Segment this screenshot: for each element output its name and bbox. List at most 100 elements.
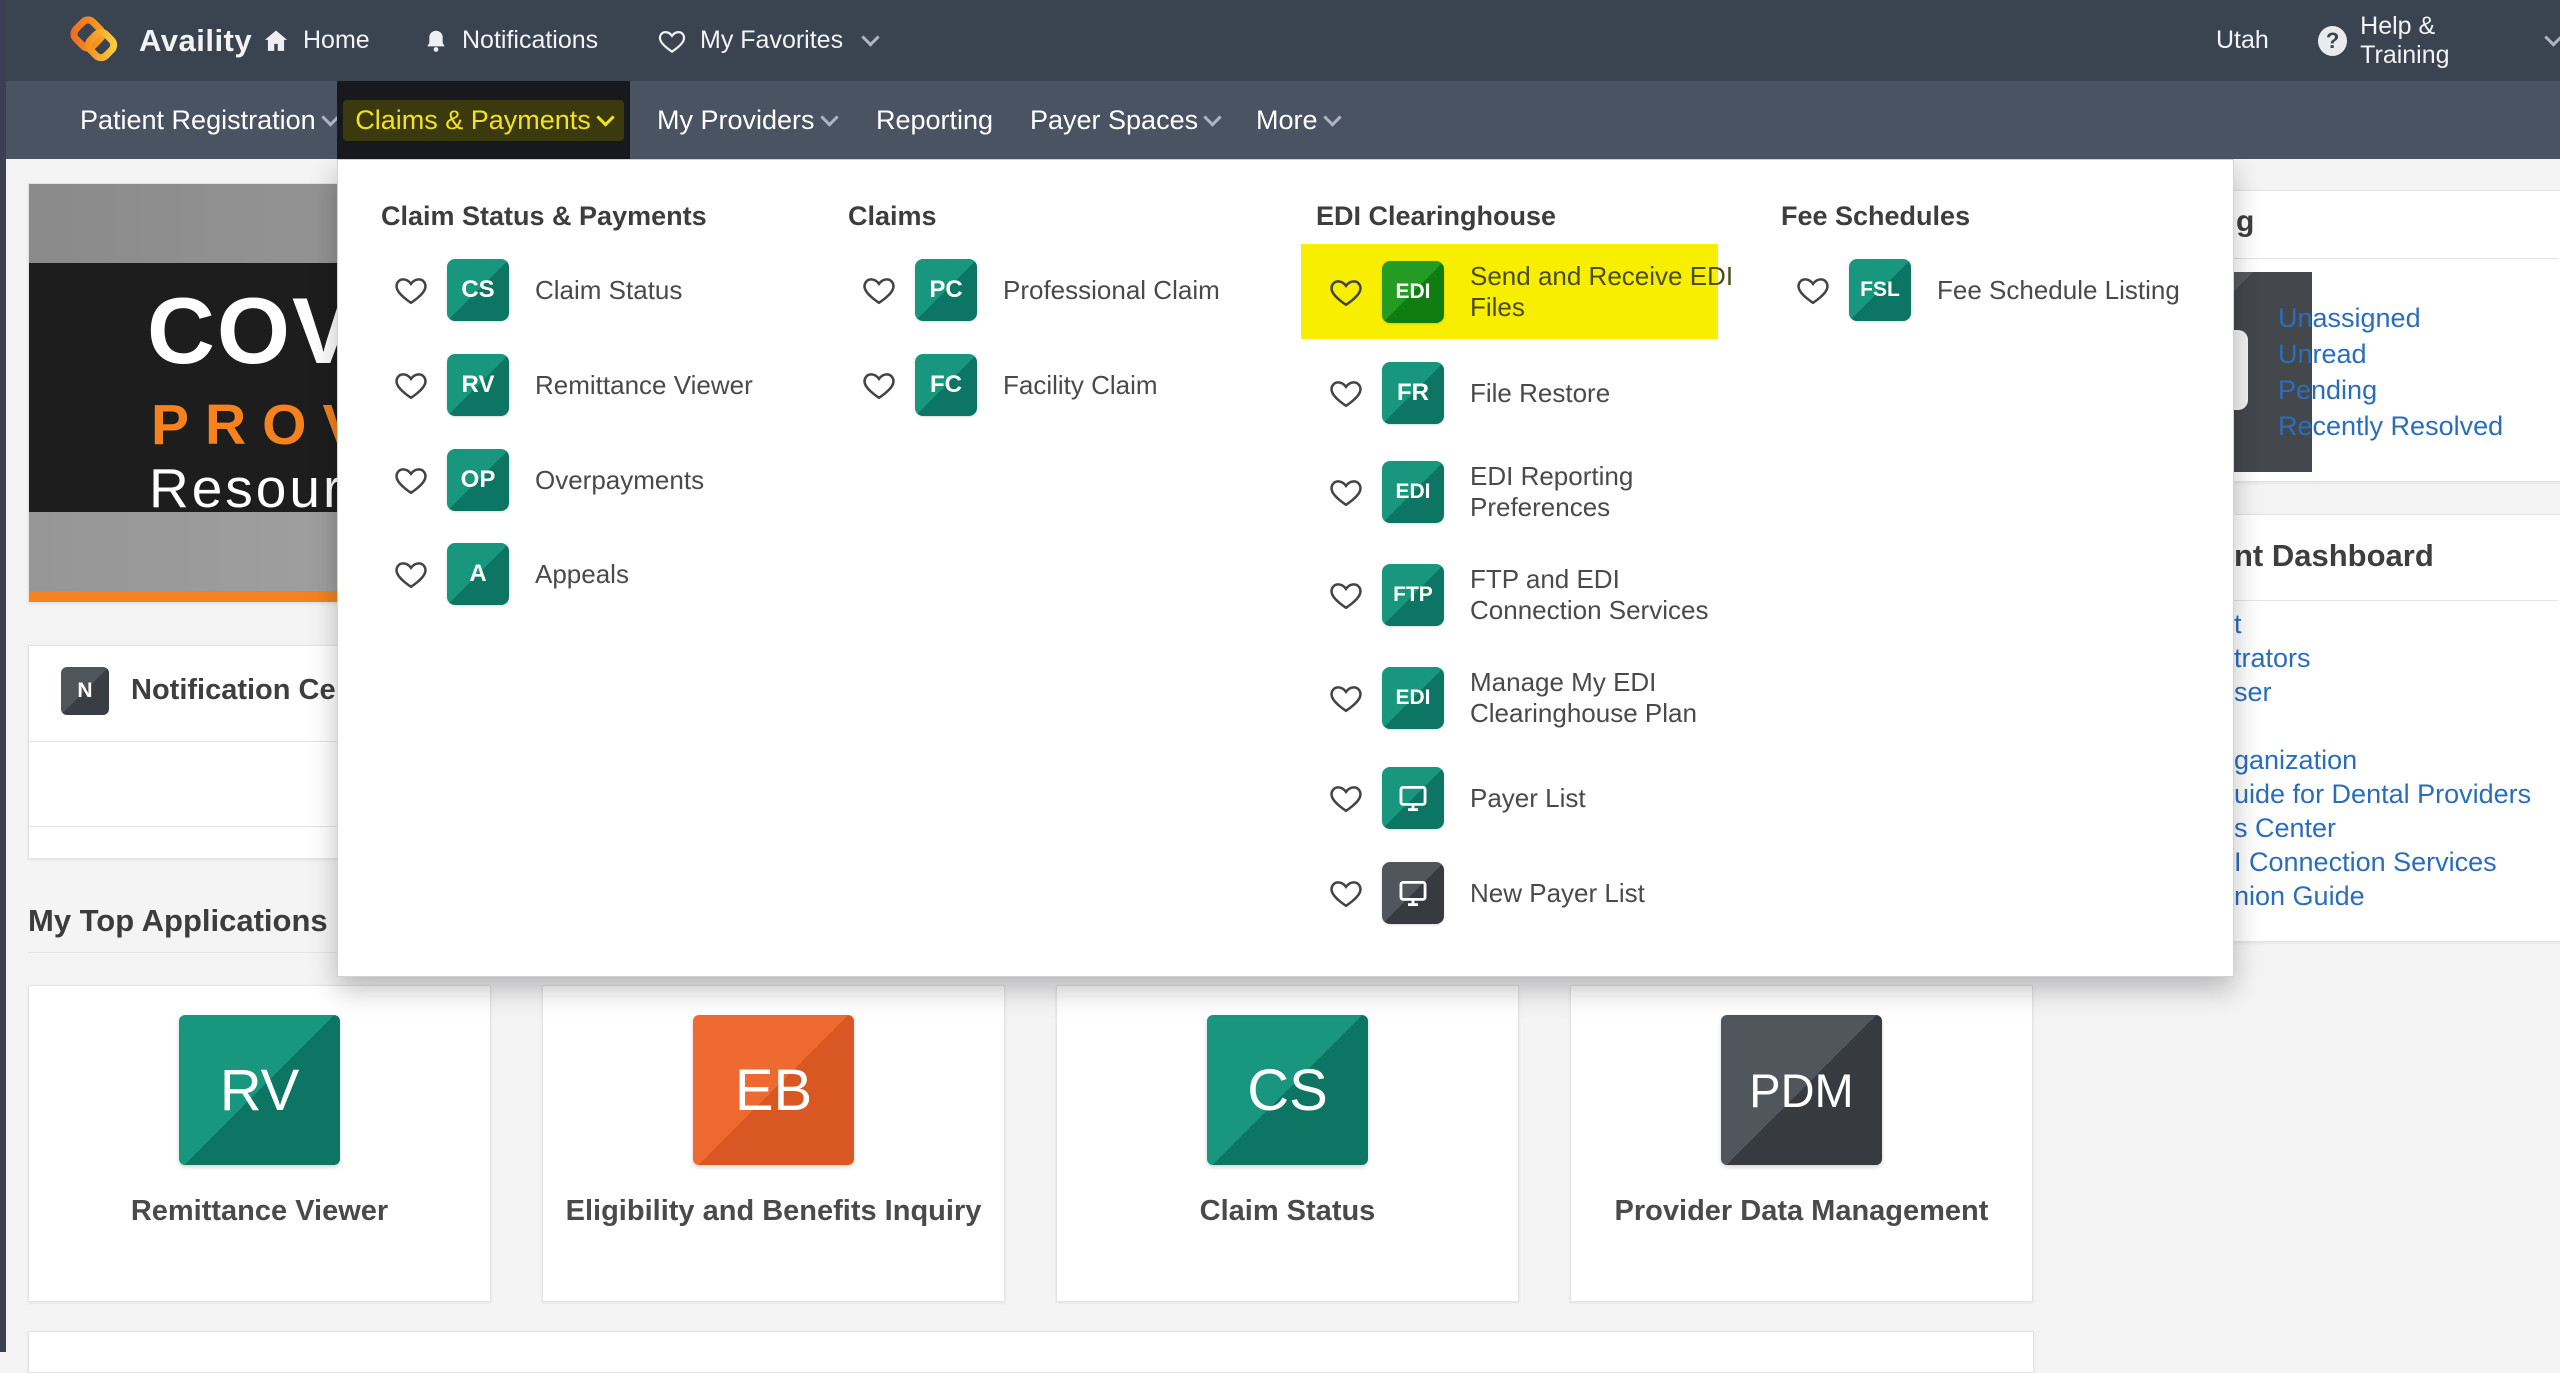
menu-item-overpayments[interactable]: OP Overpayments — [393, 449, 704, 511]
menu-item-label: Manage My EDI Clearinghouse Plan — [1470, 667, 1750, 729]
monitor-icon — [1382, 862, 1444, 924]
menu-item-file-restore[interactable]: FR File Restore — [1328, 362, 1610, 424]
menu-item-ftp-edi-connection-services[interactable]: FTP FTP and EDI Connection Services — [1328, 564, 1750, 626]
notification-center-title[interactable]: Notification Cent — [131, 674, 363, 707]
menu-item-manage-my-edi-clearinghouse-plan[interactable]: EDI Manage My EDI Clearinghouse Plan — [1328, 667, 1750, 729]
dashboard-link-fragment[interactable]: uide for Dental Providers — [2234, 777, 2531, 811]
nav-home[interactable]: Home — [262, 0, 370, 81]
menu-item-payer-list[interactable]: Payer List — [1328, 767, 1586, 829]
menu-item-professional-claim[interactable]: PC Professional Claim — [861, 259, 1220, 321]
spacer — [2234, 709, 2531, 743]
nav-payer-spaces[interactable]: Payer Spaces — [1030, 81, 1219, 159]
app-icon-cs: CS — [1207, 1015, 1368, 1165]
menu-column-heading: Claim Status & Payments — [381, 201, 707, 232]
favorite-heart-icon[interactable] — [861, 367, 897, 403]
sidebar-card-top-heading-fragment: g — [2236, 205, 2254, 239]
nav-more[interactable]: More — [1256, 81, 1339, 159]
favorite-heart-icon[interactable] — [1795, 272, 1831, 308]
menu-item-fee-schedule-listing[interactable]: FSL Fee Schedule Listing — [1795, 259, 2180, 321]
favorite-heart-icon[interactable] — [1328, 680, 1364, 716]
menu-item-label: Facility Claim — [1003, 370, 1158, 401]
ftp-tile: FTP — [1382, 564, 1444, 626]
nav-favorites-label: My Favorites — [700, 26, 843, 55]
appeals-tile: A — [447, 543, 509, 605]
menu-item-label: Fee Schedule Listing — [1937, 275, 2180, 306]
menu-item-label: Send and Receive EDI Files — [1470, 261, 1750, 323]
claims-payments-mega-menu: Claim Status & Payments Claims EDI Clear… — [337, 159, 2234, 977]
dashboard-link-fragment[interactable]: ser — [2234, 675, 2531, 709]
favorite-heart-icon[interactable] — [393, 272, 429, 308]
favorite-heart-icon[interactable] — [393, 462, 429, 498]
favorite-heart-icon[interactable] — [1328, 780, 1364, 816]
overpayments-tile: OP — [447, 449, 509, 511]
menu-item-remittance-viewer[interactable]: RV Remittance Viewer — [393, 354, 753, 416]
menu-item-label: EDI Reporting Preferences — [1470, 461, 1750, 523]
menu-item-label: Professional Claim — [1003, 275, 1220, 306]
dashboard-link-fragment[interactable]: nion Guide — [2234, 879, 2531, 913]
nav-region[interactable]: Utah — [2216, 0, 2269, 81]
app-label: Remittance Viewer — [39, 1194, 480, 1229]
file-restore-tile: FR — [1382, 362, 1444, 424]
dashboard-link-fragment[interactable]: t — [2234, 607, 2531, 641]
help-label: Help & Training — [2360, 12, 2526, 70]
menu-item-claim-status[interactable]: CS Claim Status — [393, 259, 682, 321]
app-label: Claim Status — [1067, 1194, 1508, 1229]
my-top-applications-heading: My Top Applications — [28, 903, 328, 939]
menu-item-appeals[interactable]: A Appeals — [393, 543, 629, 605]
link-unassigned[interactable]: Unassigned — [2278, 300, 2503, 336]
menu-item-label: Remittance Viewer — [535, 370, 753, 401]
app-card-claim-status[interactable]: CS Claim Status — [1056, 985, 1519, 1302]
nav-notifications[interactable]: Notifications — [423, 0, 598, 81]
app-card-provider-data-management[interactable]: PDM Provider Data Management — [1570, 985, 2033, 1302]
app-label: Eligibility and Benefits Inquiry — [553, 1194, 994, 1229]
dashboard-heading-fragment: nt Dashboard — [2234, 538, 2434, 574]
menu-item-label: Overpayments — [535, 465, 704, 496]
menu-item-facility-claim[interactable]: FC Facility Claim — [861, 354, 1158, 416]
favorite-heart-icon[interactable] — [861, 272, 897, 308]
nav-patient-registration[interactable]: Patient Registration — [80, 81, 337, 159]
nav-home-label: Home — [303, 26, 370, 55]
edi-tile: EDI — [1382, 261, 1444, 323]
edi-tile: EDI — [1382, 667, 1444, 729]
nav-claims-payments-active[interactable]: Claims & Payments — [337, 81, 630, 159]
app-icon-pdm: PDM — [1721, 1015, 1882, 1165]
app-card-eligibility-benefits[interactable]: EB Eligibility and Benefits Inquiry — [542, 985, 1005, 1302]
link-pending[interactable]: Pending — [2278, 372, 2503, 408]
menu-item-new-payer-list[interactable]: New Payer List — [1328, 862, 1645, 924]
nav-reporting[interactable]: Reporting — [876, 81, 993, 159]
edi-tile: EDI — [1382, 461, 1444, 523]
window-edge — [0, 0, 6, 1352]
favorite-heart-icon[interactable] — [1328, 577, 1364, 613]
menu-item-edi-reporting-preferences[interactable]: EDI EDI Reporting Preferences — [1328, 461, 1750, 523]
link-unread[interactable]: Unread — [2278, 336, 2503, 372]
menu-item-label: FTP and EDI Connection Services — [1470, 564, 1750, 626]
menu-item-label: Appeals — [535, 559, 629, 590]
nav-label: Reporting — [876, 105, 993, 136]
app-card-remittance-viewer[interactable]: RV Remittance Viewer — [28, 985, 491, 1302]
menu-column-heading: Fee Schedules — [1781, 201, 1970, 232]
main-nav: Patient Registration Claims & Payments M… — [0, 81, 2560, 159]
dashboard-link-fragment[interactable]: I Connection Services — [2234, 845, 2531, 879]
dashboard-link-fragment[interactable]: ganization — [2234, 743, 2531, 777]
dashboard-link-fragment[interactable]: s Center — [2234, 811, 2531, 845]
menu-item-label: New Payer List — [1470, 878, 1645, 909]
menu-column-heading: Claims — [848, 201, 937, 232]
nav-help-training[interactable]: ? Help & Training — [2318, 0, 2560, 81]
link-recently-resolved[interactable]: Recently Resolved — [2278, 408, 2503, 444]
favorite-heart-icon[interactable] — [393, 367, 429, 403]
availity-logo[interactable]: Availity — [64, 0, 252, 81]
nav-my-favorites[interactable]: My Favorites — [657, 0, 877, 81]
favorite-heart-icon[interactable] — [1328, 274, 1364, 310]
professional-claim-tile: PC — [915, 259, 977, 321]
favorite-heart-icon[interactable] — [1328, 375, 1364, 411]
favorite-heart-icon[interactable] — [1328, 474, 1364, 510]
menu-item-label: File Restore — [1470, 378, 1610, 409]
nav-my-providers[interactable]: My Providers — [657, 81, 836, 159]
menu-item-send-receive-edi-files[interactable]: EDI Send and Receive EDI Files — [1328, 261, 1750, 323]
favorite-heart-icon[interactable] — [393, 556, 429, 592]
favorite-heart-icon[interactable] — [1328, 875, 1364, 911]
nav-label: Claims & Payments — [355, 105, 591, 136]
dashboard-link-fragment[interactable]: trators — [2234, 641, 2531, 675]
notification-center-tile[interactable]: N — [61, 667, 109, 715]
app-label: Provider Data Management — [1581, 1194, 2022, 1229]
